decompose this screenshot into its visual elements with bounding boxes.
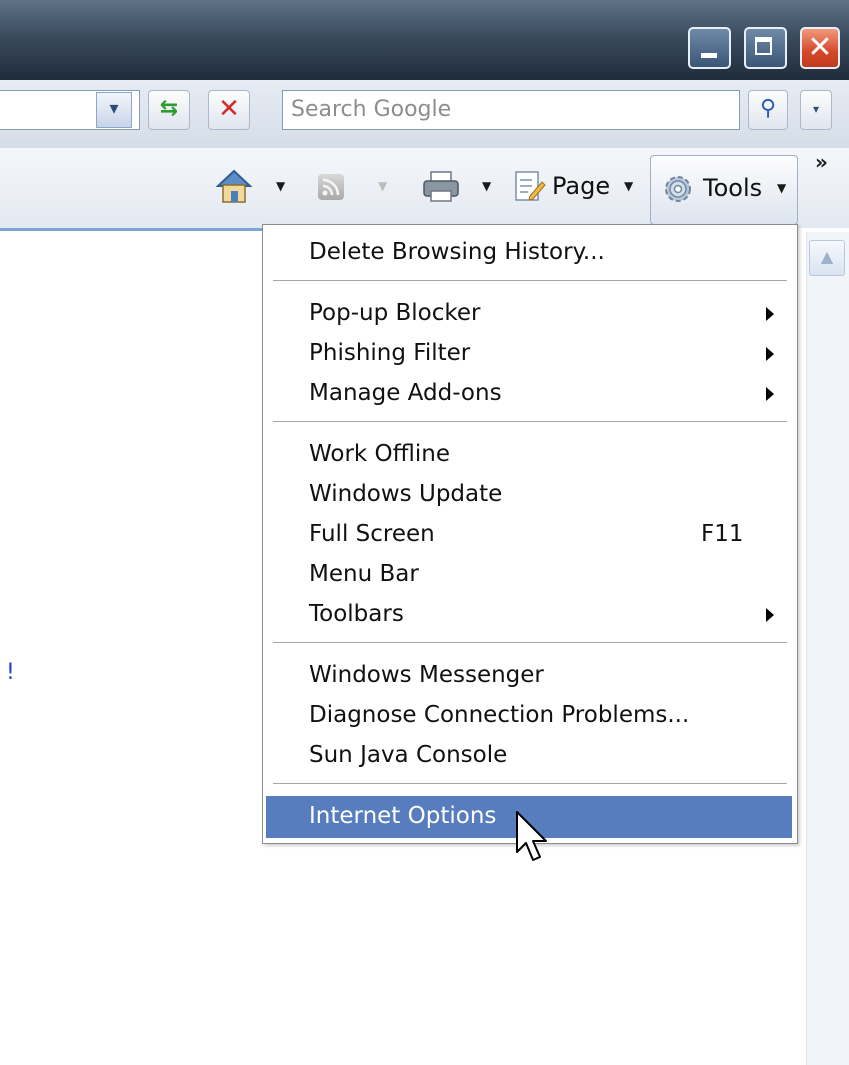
- rss-feed-icon[interactable]: [318, 174, 344, 200]
- menu-item-label: Delete Browsing History...: [309, 239, 605, 265]
- navigation-bar: ▾ ⇆ ✕ Search Google ⚲ ▾: [0, 80, 849, 149]
- menu-item-label: Internet Options: [309, 803, 497, 829]
- menu-item-label: Diagnose Connection Problems...: [309, 702, 690, 728]
- search-input[interactable]: Search Google: [282, 90, 740, 130]
- menu-item-label: Menu Bar: [309, 561, 419, 587]
- menu-item-sun-java-console[interactable]: Sun Java Console: [266, 735, 792, 775]
- menu-item-diagnose-connection-problems[interactable]: Diagnose Connection Problems...: [266, 695, 792, 735]
- menu-item-shortcut: F11: [701, 521, 744, 547]
- feeds-dropdown-button[interactable]: ▼: [378, 166, 387, 206]
- submenu-arrow-icon: [766, 307, 774, 321]
- menu-item-phishing-filter[interactable]: Phishing Filter: [266, 333, 792, 373]
- page-icon-graphic: [515, 171, 546, 201]
- menu-item-menu-bar[interactable]: Menu Bar: [266, 554, 792, 594]
- minimize-button[interactable]: [688, 27, 731, 69]
- search-options-button[interactable]: ▾: [800, 90, 832, 130]
- menu-item-label: Work Offline: [309, 441, 451, 467]
- menu-item-label: Manage Add-ons: [309, 380, 502, 406]
- search-button[interactable]: ⚲: [748, 90, 788, 130]
- close-icon: ✕: [807, 30, 833, 65]
- submenu-arrow-icon: [766, 347, 774, 361]
- close-button[interactable]: ✕: [800, 27, 840, 69]
- tools-dropdown-caret: ▼: [777, 181, 787, 195]
- menu-item-label: Windows Messenger: [309, 662, 544, 688]
- address-dropdown-button[interactable]: ▾: [96, 92, 132, 128]
- title-bar: ✕: [0, 0, 849, 80]
- chevron-down-icon: ▾: [109, 98, 119, 119]
- menu-item-label: Phishing Filter: [309, 340, 471, 366]
- stop-button[interactable]: ✕: [208, 90, 250, 130]
- tools-menu-label: Tools: [703, 174, 763, 202]
- printer-icon[interactable]: [420, 166, 462, 206]
- gear-icon: [661, 172, 695, 206]
- menu-item-work-offline[interactable]: Work Offline: [266, 434, 792, 474]
- submenu-arrow-icon: [766, 387, 774, 401]
- submenu-arrow-icon: [766, 608, 774, 622]
- maximize-button[interactable]: [744, 27, 787, 69]
- gear-icon-graphic: [665, 176, 691, 202]
- menu-separator: [273, 642, 787, 644]
- scroll-up-button[interactable]: ▲: [809, 240, 845, 276]
- menu-item-label: Full Screen: [309, 521, 435, 547]
- menu-separator: [273, 783, 787, 785]
- search-icon: ⚲: [759, 96, 777, 121]
- printer-icon-graphic: [423, 171, 459, 202]
- home-icon[interactable]: [214, 166, 254, 206]
- home-icon-graphic: [215, 169, 253, 203]
- refresh-button[interactable]: ⇆: [148, 90, 190, 130]
- vertical-scrollbar[interactable]: [806, 232, 849, 1065]
- browser-window: ✕ ▾ ⇆ ✕ Search Google ⚲ ▾ ▼ ▼ ▼ Page ▼ T…: [0, 0, 849, 1065]
- rss-feed-icon-graphic: [322, 178, 340, 196]
- page-content-fragment: !: [6, 660, 15, 685]
- menu-item-full-screen[interactable]: Full Screen F11: [266, 514, 792, 554]
- chevron-up-icon: ▲: [820, 247, 834, 266]
- menu-separator: [273, 421, 787, 423]
- menu-item-manage-add-ons[interactable]: Manage Add-ons: [266, 373, 792, 413]
- tools-menu-button[interactable]: Tools ▼: [650, 155, 798, 225]
- page-dropdown-button[interactable]: ▼: [624, 166, 633, 206]
- tools-dropdown-menu: Delete Browsing History... Pop-up Blocke…: [262, 224, 798, 844]
- menu-item-label: Pop-up Blocker: [309, 300, 481, 326]
- menu-separator: [273, 280, 787, 282]
- menu-item-label: Sun Java Console: [309, 742, 508, 768]
- menu-item-label: Windows Update: [309, 481, 503, 507]
- menu-item-windows-messenger[interactable]: Windows Messenger: [266, 655, 792, 695]
- page-icon[interactable]: [508, 166, 548, 206]
- menu-item-toolbars[interactable]: Toolbars: [266, 594, 792, 634]
- menu-item-windows-update[interactable]: Windows Update: [266, 474, 792, 514]
- toolbar-overflow-chevron[interactable]: »: [815, 150, 828, 174]
- menu-item-label: Toolbars: [309, 601, 404, 627]
- refresh-icon: ⇆: [159, 96, 179, 121]
- home-dropdown-button[interactable]: ▼: [276, 166, 285, 206]
- stop-icon: ✕: [218, 94, 240, 124]
- print-dropdown-button[interactable]: ▼: [482, 166, 491, 206]
- mouse-pointer-icon: [516, 811, 547, 861]
- page-menu-label[interactable]: Page: [552, 166, 610, 206]
- chevron-down-icon: ▾: [812, 102, 820, 116]
- toolbar-divider: [0, 228, 262, 231]
- menu-item-delete-browsing-history[interactable]: Delete Browsing History...: [266, 232, 792, 272]
- menu-item-popup-blocker[interactable]: Pop-up Blocker: [266, 293, 792, 333]
